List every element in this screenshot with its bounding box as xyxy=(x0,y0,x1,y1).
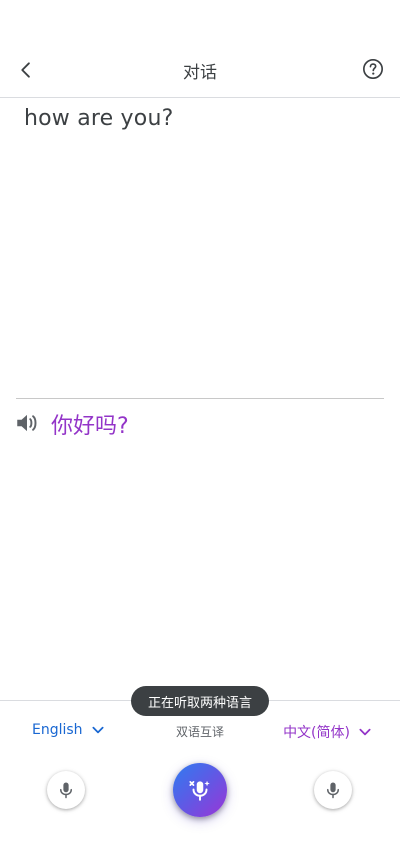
auto-microphone-icon xyxy=(189,780,210,801)
help-button[interactable] xyxy=(362,58,384,80)
volume-icon xyxy=(17,414,37,432)
left-mic-button[interactable] xyxy=(47,771,85,809)
translated-text: 你好吗? xyxy=(51,414,129,439)
right-mic-button[interactable] xyxy=(314,771,352,809)
auto-mic-button[interactable] xyxy=(173,763,227,817)
right-language-selector[interactable]: 中文(简体) xyxy=(283,722,372,742)
microphone-icon xyxy=(327,782,339,799)
top-app-bar: 对话 xyxy=(0,40,400,98)
source-text: how are you? xyxy=(24,106,174,131)
page-title: 对话 xyxy=(183,63,217,83)
right-language-label: 中文(简体) xyxy=(283,725,350,741)
speak-translation-button[interactable] xyxy=(14,410,40,436)
listening-toast: 正在听取两种语言 xyxy=(131,686,269,716)
help-circle-icon xyxy=(363,59,383,79)
microphone-icon xyxy=(60,782,72,799)
divider xyxy=(16,398,384,399)
chevron-down-icon xyxy=(359,728,371,736)
